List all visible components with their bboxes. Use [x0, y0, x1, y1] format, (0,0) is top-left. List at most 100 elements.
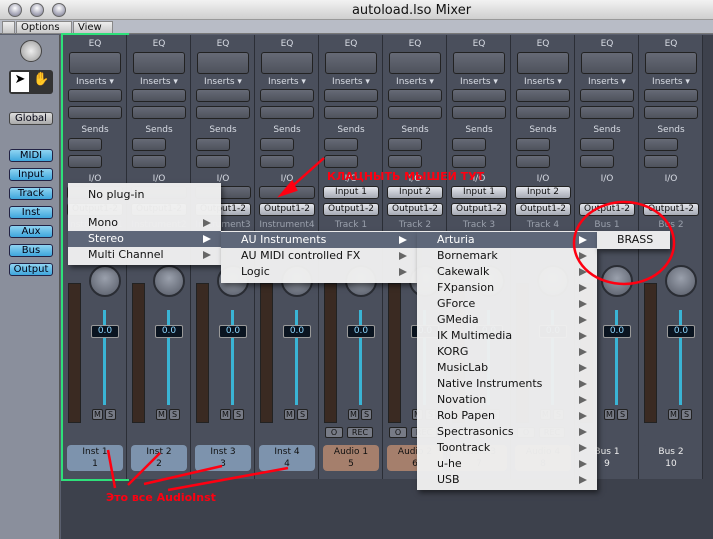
eq-display[interactable] — [325, 52, 377, 74]
solo-button[interactable]: S — [233, 409, 244, 420]
eq-display[interactable] — [453, 52, 505, 74]
insert-slot[interactable] — [196, 89, 250, 102]
insert-slot[interactable] — [324, 106, 378, 119]
solo-button[interactable]: S — [681, 409, 692, 420]
send-slot[interactable] — [644, 155, 678, 168]
record-button[interactable]: REC — [347, 427, 373, 438]
channel-name-button[interactable]: Inst 3 3 — [195, 445, 251, 471]
tool-selector[interactable]: ➤ ✋ — [9, 70, 53, 94]
solo-button[interactable]: S — [297, 409, 308, 420]
input-button[interactable]: Input 2 — [387, 186, 443, 199]
arturia-plugin-item[interactable]: BRASS — [597, 232, 670, 248]
solo-button[interactable]: S — [361, 409, 372, 420]
output-button[interactable]: Output1-2 — [579, 203, 635, 216]
menu-item-stereo[interactable]: Stereo — [68, 231, 221, 247]
inserts-menu[interactable]: Inserts ▾ — [127, 77, 191, 87]
eq-display[interactable] — [389, 52, 441, 74]
solo-button[interactable]: S — [169, 409, 180, 420]
send-slot[interactable] — [260, 138, 294, 151]
au-vendor-item[interactable]: Spectrasonics — [417, 424, 597, 440]
solo-button[interactable]: S — [105, 409, 116, 420]
insert-slot[interactable] — [68, 106, 122, 119]
pan-knob[interactable] — [601, 265, 633, 297]
volume-value[interactable]: 0.0 — [219, 325, 247, 338]
au-vendor-item[interactable]: Toontrack — [417, 440, 597, 456]
au-vendor-item[interactable]: MusicLab — [417, 360, 597, 376]
send-slot[interactable] — [452, 155, 486, 168]
volume-value[interactable]: 0.0 — [283, 325, 311, 338]
send-slot[interactable] — [68, 138, 102, 151]
pointer-tool-icon[interactable]: ➤ — [11, 72, 29, 92]
send-slot[interactable] — [324, 155, 358, 168]
input-monitor-button[interactable]: O — [389, 427, 407, 438]
au-vendor-item[interactable]: Bornemark — [417, 248, 597, 264]
eq-display[interactable] — [581, 52, 633, 74]
inserts-menu[interactable]: Inserts ▾ — [383, 77, 447, 87]
global-button[interactable]: Global — [9, 112, 53, 125]
menu-item-no-plugin[interactable]: No plug-in — [68, 187, 221, 203]
insert-slot[interactable] — [132, 89, 186, 102]
options-menu[interactable]: Options ▾ — [16, 21, 72, 45]
inserts-menu[interactable]: Inserts ▾ — [447, 77, 511, 87]
send-slot[interactable] — [452, 138, 486, 151]
filter-track-button[interactable]: Track — [9, 187, 53, 200]
link-icon[interactable] — [20, 40, 42, 62]
input-button[interactable]: Input 1 — [451, 186, 507, 199]
insert-slot[interactable] — [516, 89, 570, 102]
inserts-menu[interactable]: Inserts ▾ — [255, 77, 319, 87]
output-button[interactable]: Output1-2 — [451, 203, 507, 216]
mute-button[interactable]: M — [156, 409, 167, 420]
send-slot[interactable] — [516, 155, 550, 168]
insert-slot[interactable] — [68, 89, 122, 102]
output-button[interactable]: Output1-2 — [515, 203, 571, 216]
au-vendor-item[interactable]: Rob Papen — [417, 408, 597, 424]
channel-name-button[interactable]: Inst 1 1 — [67, 445, 123, 471]
mute-button[interactable]: M — [668, 409, 679, 420]
send-slot[interactable] — [580, 155, 614, 168]
send-slot[interactable] — [196, 155, 230, 168]
volume-value[interactable]: 0.0 — [667, 325, 695, 338]
au-vendor-item[interactable]: GForce — [417, 296, 597, 312]
send-slot[interactable] — [644, 138, 678, 151]
send-slot[interactable] — [132, 138, 166, 151]
send-slot[interactable] — [196, 138, 230, 151]
insert-slot[interactable] — [196, 106, 250, 119]
volume-value[interactable]: 0.0 — [347, 325, 375, 338]
output-button[interactable]: Output1-2 — [259, 203, 315, 216]
filter-output-button[interactable]: Output — [9, 263, 53, 276]
inserts-menu[interactable]: Inserts ▾ — [511, 77, 575, 87]
inserts-menu[interactable]: Inserts ▾ — [191, 77, 255, 87]
mute-button[interactable]: M — [284, 409, 295, 420]
volume-value[interactable]: 0.0 — [603, 325, 631, 338]
send-slot[interactable] — [132, 155, 166, 168]
channel-name-button[interactable]: Inst 4 4 — [259, 445, 315, 471]
insert-slot[interactable] — [452, 106, 506, 119]
eq-display[interactable] — [197, 52, 249, 74]
au-vendor-item[interactable]: Cakewalk — [417, 264, 597, 280]
input-button[interactable]: Input 1 — [323, 186, 379, 199]
send-slot[interactable] — [324, 138, 358, 151]
filter-inst-button[interactable]: Inst — [9, 206, 53, 219]
channel-name-button[interactable]: Bus 2 10 — [643, 445, 699, 471]
au-vendor-item[interactable]: Novation — [417, 392, 597, 408]
insert-slot[interactable] — [580, 106, 634, 119]
au-vendor-item[interactable]: u-he — [417, 456, 597, 472]
pan-knob[interactable] — [665, 265, 697, 297]
filter-input-button[interactable]: Input — [9, 168, 53, 181]
pan-knob[interactable] — [153, 265, 185, 297]
mute-button[interactable]: M — [220, 409, 231, 420]
stereo-submenu-item[interactable]: AU Instruments — [221, 232, 417, 248]
au-vendor-item[interactable]: Arturia — [417, 232, 597, 248]
output-button[interactable]: Output1-2 — [323, 203, 379, 216]
insert-slot[interactable] — [452, 89, 506, 102]
output-button[interactable]: Output1-2 — [643, 203, 699, 216]
insert-slot[interactable] — [516, 106, 570, 119]
pan-knob[interactable] — [89, 265, 121, 297]
channel-name-button[interactable]: Inst 2 2 — [131, 445, 187, 471]
send-slot[interactable] — [260, 155, 294, 168]
filter-aux-button[interactable]: Aux — [9, 225, 53, 238]
au-vendor-item[interactable]: FXpansion — [417, 280, 597, 296]
au-vendor-item[interactable]: GMedia — [417, 312, 597, 328]
hand-tool-icon[interactable]: ✋ — [33, 72, 49, 87]
filter-bus-button[interactable]: Bus — [9, 244, 53, 257]
